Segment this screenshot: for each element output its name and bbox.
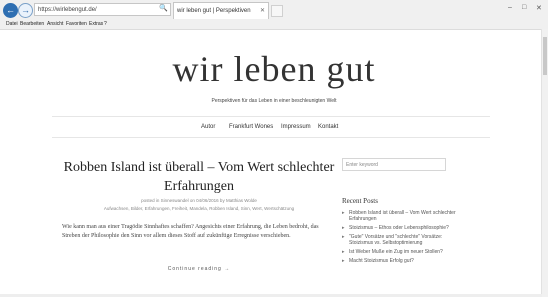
site-tagline: Perspektiven für das Leben in einer besc… [211, 98, 337, 104]
bullet-icon: ▸ [342, 225, 345, 231]
tab-title: wir leben gut | Perspektiven [177, 8, 251, 14]
menu-extras[interactable]: Extras [89, 20, 103, 29]
recent-post-link[interactable]: Macht Stoizismus Erfolg gut? [349, 258, 414, 264]
recent-post-item[interactable]: ▸ Robben Island ist überall – Vom Wert sc… [342, 210, 462, 222]
post-excerpt: Wie kann man aus einer Tragödie Sinnhaft… [62, 224, 319, 239]
recent-post-item[interactable]: ▸ "Gute" Vorsätze und "schlechte" Vorsätz… [342, 234, 462, 246]
address-bar[interactable]: https://wirlebengut.de/ [34, 3, 171, 16]
post-meta: posted in Sinneswandel on 04/06/2016 by … [141, 198, 257, 203]
menu-help[interactable]: ? [104, 20, 107, 29]
nav-impressum[interactable]: Impressum [281, 124, 311, 130]
minimize-icon[interactable]: – [508, 4, 512, 11]
recent-post-link[interactable]: Stoizismus – Ethos oder Lebensphilosophi… [349, 225, 449, 231]
nav-divider-bottom [52, 137, 490, 138]
forward-button[interactable]: → [18, 3, 33, 18]
scrollbar-thumb[interactable] [543, 37, 547, 75]
post-tags[interactable]: Aufwachsen, Bilder, Erfahrungen, Freihei… [62, 206, 336, 211]
read-more-link[interactable]: Continue reading → [62, 266, 336, 272]
recent-post-item[interactable]: ▸ Macht Stoizismus Erfolg gut? [342, 258, 462, 264]
recent-post-link[interactable]: "Gute" Vorsätze und "schlechte" Vorsätze… [349, 234, 442, 246]
nav-kontakt[interactable]: Kontakt [318, 124, 338, 130]
menu-bearbeiten[interactable]: Bearbeiten [20, 20, 44, 29]
browser-titlebar: ← → https://wirlebengut.de/ 🔍 ▾ ✕ ↻ wir … [0, 0, 548, 21]
recent-posts-list: ▸ Robben Island ist überall – Vom Wert sc… [342, 210, 462, 267]
bullet-icon: ▸ [342, 249, 345, 255]
recent-post-link[interactable]: Ist Weber Muße ein Zug im neuer Stollen? [349, 249, 443, 255]
bullet-icon: ▸ [342, 258, 345, 264]
recent-posts-heading: Recent Posts [342, 197, 378, 205]
bullet-icon: ▸ [342, 210, 345, 216]
menu-datei[interactable]: Datei [6, 20, 18, 29]
menu-bar: Datei Bearbeiten Ansicht Favoriten Extra… [0, 20, 548, 30]
browser-window: ← → https://wirlebengut.de/ 🔍 ▾ ✕ ↻ wir … [0, 0, 548, 297]
maximize-icon[interactable]: □ [522, 4, 526, 11]
search-input[interactable]: Enter keyword [342, 158, 446, 171]
browser-tab[interactable]: wir leben gut | Perspektiven ✕ [173, 2, 269, 19]
menu-favoriten[interactable]: Favoriten [66, 20, 87, 29]
new-tab-button[interactable] [271, 5, 283, 17]
tab-close-icon[interactable]: ✕ [260, 3, 265, 19]
close-window-icon[interactable]: ✕ [536, 4, 542, 12]
menu-ansicht[interactable]: Ansicht [47, 20, 63, 29]
site-title[interactable]: wir leben gut [0, 48, 548, 90]
post-title[interactable]: Robben Island ist überall – Vom Wert sch… [62, 158, 336, 196]
recent-post-item[interactable]: ▸ Stoizismus – Ethos oder Lebensphilosoph… [342, 225, 462, 231]
nav-autor[interactable]: Autor [201, 124, 215, 130]
bullet-icon: ▸ [342, 234, 345, 240]
back-button[interactable]: ← [3, 3, 18, 18]
nav-divider-top [52, 116, 490, 117]
recent-post-item[interactable]: ▸ Ist Weber Muße ein Zug im neuer Stollen… [342, 249, 462, 255]
nav-frankfurt[interactable]: Frankfurt Wones [229, 124, 273, 130]
page-scrollbar[interactable] [541, 29, 548, 297]
recent-post-link[interactable]: Robben Island ist überall – Vom Wert sch… [349, 210, 456, 222]
